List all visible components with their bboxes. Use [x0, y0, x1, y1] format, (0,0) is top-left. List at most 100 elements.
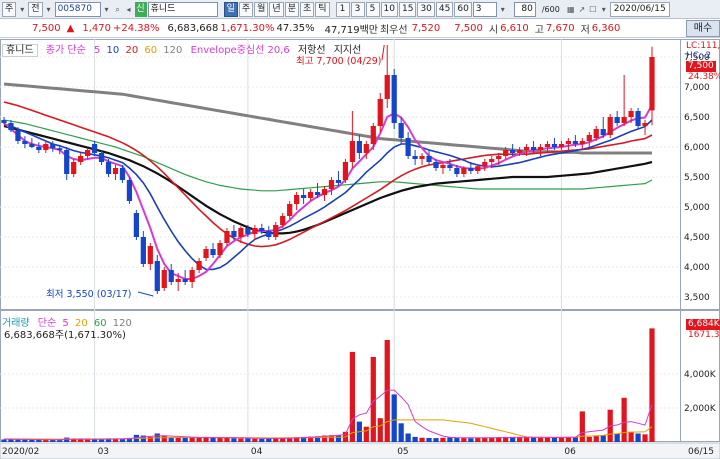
chart-area[interactable]: 3,500 4,000 4,500 5,000 5,500 6,000 6,500 7,000… [0, 39, 720, 459]
ma120-legend[interactable]: 120 [163, 45, 182, 56]
volume-bar [78, 439, 84, 442]
candle-body [280, 216, 286, 225]
volume-bar [391, 394, 397, 442]
interval-3-button[interactable]: 3 [350, 1, 365, 17]
candle-body [91, 144, 98, 153]
period-week-button[interactable]: 주 [238, 1, 254, 17]
price-tick-label: 3,500 [684, 293, 710, 303]
interval-value-input[interactable]: 3 [472, 1, 497, 17]
ma20-legend[interactable]: 20 [125, 45, 138, 56]
current-price: 7,500 [32, 23, 61, 34]
volume-bar [161, 436, 167, 442]
candle-body [621, 117, 627, 123]
candle-body [642, 123, 648, 126]
price-volume-chart[interactable]: 3,500 4,000 4,500 5,000 5,500 6,000 6,500 7,000… [0, 39, 720, 459]
volume-bar [252, 438, 258, 442]
volume-bar [544, 437, 551, 442]
ma5-legend[interactable]: 5 [94, 45, 100, 56]
interval-1-button[interactable]: 1 [335, 1, 350, 17]
volume-bar [572, 437, 578, 442]
candle-body [384, 75, 390, 99]
period-month-button[interactable]: 월 [254, 1, 269, 17]
volume-bar [475, 437, 481, 442]
chevron-left-icon[interactable]: ◂ [124, 2, 134, 17]
candle-body [287, 204, 293, 216]
checkbox-icon[interactable]: ☐ [588, 2, 598, 17]
date-tick-label: 06/15 [688, 447, 714, 457]
search-icon[interactable]: ⌕ [113, 2, 123, 17]
low-label: 저 [580, 25, 590, 36]
stock-name-field[interactable]: 휴니드 [147, 1, 218, 17]
best-ask: 7,520 [411, 23, 441, 34]
all-button[interactable]: 전 [28, 1, 43, 17]
volume-bar [628, 431, 634, 442]
interval-10-button[interactable]: 10 [380, 1, 398, 17]
trade-amount: 47,719백만 [324, 25, 378, 36]
candle-body [579, 141, 585, 144]
candle-body [635, 111, 641, 126]
candle-body [558, 144, 565, 147]
interval-60-button[interactable]: 60 [454, 1, 472, 17]
price-tick-label: 6,500 [684, 113, 710, 123]
chart-settings-icon[interactable]: ▦ [566, 2, 576, 17]
period-day-button[interactable]: 일 [223, 1, 238, 17]
candle-body [454, 168, 460, 174]
period-tick-button[interactable]: 틱 [315, 1, 330, 17]
interval-5-button[interactable]: 5 [365, 1, 380, 17]
volume-bar [433, 438, 439, 442]
candle-body [29, 144, 35, 147]
candle-body [565, 141, 571, 144]
volume-bar [182, 437, 188, 442]
date-field[interactable]: 2020/06/15 [609, 1, 670, 17]
chevron-down-icon[interactable]: ▾ [599, 2, 609, 17]
volume-bar [461, 438, 467, 442]
date-tick-label: 2020/02 [2, 447, 39, 457]
volume-bar [175, 437, 181, 442]
candle-body [628, 111, 634, 117]
candle-body [426, 156, 432, 162]
volume-bar [579, 411, 585, 442]
volume-bar [530, 437, 537, 442]
dropdown-arrow-icon[interactable]: ▾ [102, 2, 112, 17]
volume-total: 6,683,668주(1,671.30%) [4, 330, 126, 341]
stock-name-label[interactable]: 휴니드 [2, 44, 38, 57]
buy-button[interactable]: 매수 [686, 20, 720, 37]
quote-bar: 7,500 ▲ 1,470 +24.38% 6,683,668 1,671.30… [0, 20, 720, 38]
chart-type-week-button[interactable]: 주 [2, 1, 17, 17]
volume-bar [649, 328, 655, 442]
dropdown-arrow-icon[interactable]: ▾ [498, 2, 508, 17]
dropdown-arrow-icon[interactable]: ▾ [17, 2, 27, 17]
period-year-button[interactable]: 년 [269, 1, 284, 17]
candle-body [203, 249, 209, 258]
candle-body [217, 243, 223, 255]
candle-body [607, 117, 613, 135]
interval-15-button[interactable]: 15 [398, 1, 417, 17]
candle-body [649, 57, 655, 111]
volume-bar [426, 437, 432, 442]
volume-bar [259, 438, 265, 442]
candle-body [105, 162, 112, 174]
interval-30-button[interactable]: 30 [417, 1, 435, 17]
volume-bar [454, 437, 460, 442]
date-tick-label: 06 [564, 447, 576, 457]
stock-code-input[interactable]: 005870 [54, 1, 101, 17]
trend-line-icon[interactable]: ↗ [577, 2, 587, 17]
up-arrow-icon: ▲ [66, 23, 75, 34]
period-second-button[interactable]: 초 [299, 1, 315, 17]
candle-body [614, 117, 620, 123]
candle-body [224, 231, 230, 243]
high-price: 7,670 [545, 23, 575, 34]
volume-ratio: 1,671.30% [220, 23, 275, 34]
dropdown-arrow-icon[interactable]: ▾ [44, 2, 54, 17]
candle-body [112, 168, 119, 174]
ma60-legend[interactable]: 60 [144, 45, 157, 56]
volume-bar [238, 438, 244, 442]
candle-body [78, 156, 84, 162]
period-minute-button[interactable]: 분 [284, 1, 299, 17]
candle-body [321, 189, 328, 195]
volume-bar [537, 437, 544, 442]
envelope-legend[interactable]: Envelope중심선 20,6 [191, 45, 290, 56]
interval-45-button[interactable]: 45 [435, 1, 454, 17]
ma10-legend[interactable]: 10 [107, 45, 120, 56]
page-count-input[interactable]: 80 [513, 1, 536, 17]
